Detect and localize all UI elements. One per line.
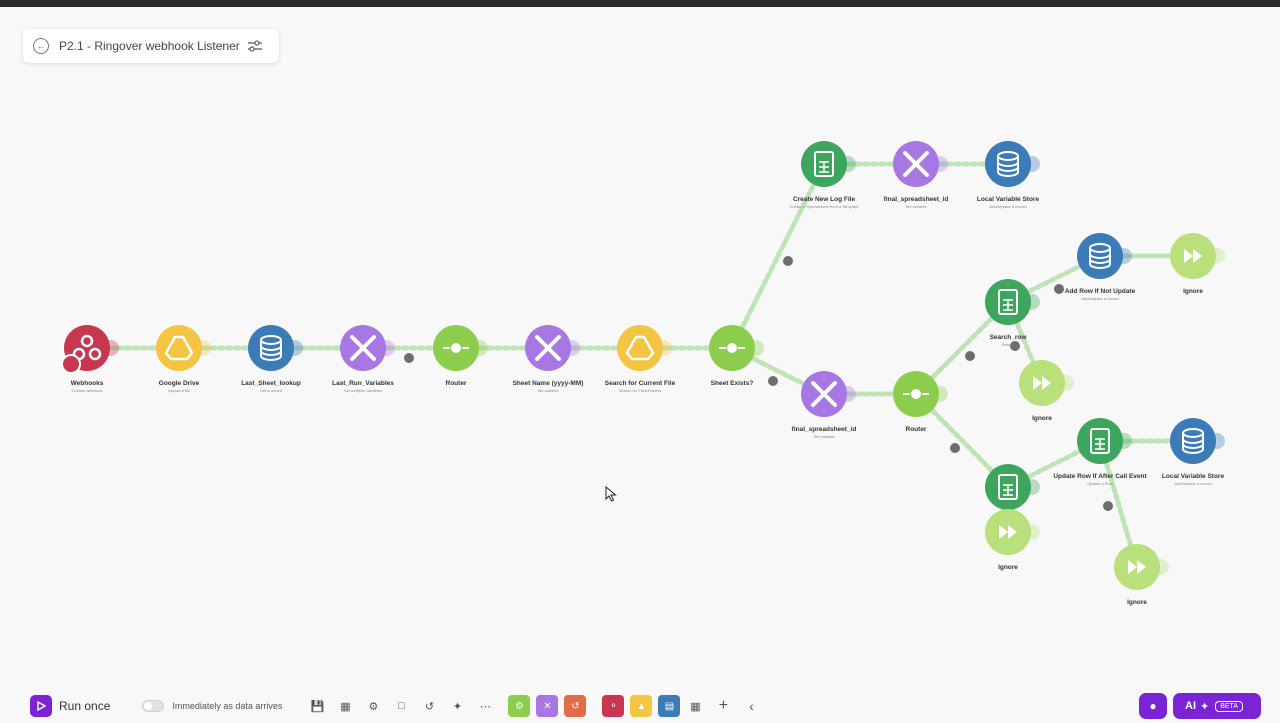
module-local-var-store-top[interactable]: Local Variable StoreAdd/replace a record [977, 141, 1040, 209]
module-label: Last_Sheet_lookup [241, 380, 301, 387]
chevron-left-icon[interactable]: ‹ [742, 697, 760, 715]
module-last-sheet-lookup[interactable]: Last_Sheet_lookupGet a record [241, 325, 303, 393]
module-label: final_spreadsheet_id [792, 426, 857, 433]
module-label: final_spreadsheet_id [884, 196, 949, 203]
module-sublabel: Set variable [905, 204, 927, 209]
module-label: Ignore [1127, 599, 1147, 606]
filter-funnel-icon[interactable] [783, 256, 793, 266]
save-icon[interactable]: 💾 [308, 697, 326, 715]
module-local-var-store-bottom[interactable]: Local Variable StoreAdd/replace a record [1162, 418, 1225, 486]
module-label: Sheet Exists? [711, 380, 754, 387]
module-label: Ignore [1032, 415, 1052, 422]
module-sublabel: Custom webhook [72, 388, 103, 393]
module-sublabel: Add/replace a record [1174, 481, 1211, 486]
apps-grid-icon[interactable]: ▦ [686, 697, 704, 715]
module-label: Create New Log File [793, 196, 856, 203]
module-ignore-a[interactable]: Ignore [1170, 233, 1225, 295]
text-parser-icon[interactable]: ↺ [564, 695, 587, 717]
module-sublabel: Set multiple variables [344, 388, 382, 393]
module-sublabel: Set variable [537, 388, 559, 393]
module-label: Local Variable Store [1162, 473, 1225, 480]
assistant-buttons: ● AI ✦ BETA [1139, 693, 1261, 719]
ai-label: AI [1185, 700, 1196, 712]
schedule-toggle[interactable] [142, 700, 165, 712]
lightbulb-icon[interactable]: ● [1139, 693, 1167, 719]
module-google-drive[interactable]: Google DriveUpload a file [156, 325, 211, 393]
run-once-button[interactable]: Run once [22, 695, 110, 717]
beta-badge: BETA [1215, 700, 1243, 712]
magic-wand-icon[interactable]: ✦ [448, 697, 466, 715]
tools-icon[interactable]: ✕ [536, 695, 559, 717]
module-label: Search_row [990, 334, 1028, 341]
plus-icon[interactable]: + [714, 697, 732, 715]
module-sublabel: Get a record [260, 388, 282, 393]
connection-line[interactable] [729, 161, 827, 351]
module-sublabel: Create a Spreadsheet from a Template [790, 204, 860, 209]
module-search-current-file[interactable]: Search for Current FileSearch for Files/… [605, 325, 676, 393]
module-label: Webhooks [71, 380, 104, 387]
filter-funnel-icon[interactable] [965, 351, 975, 361]
module-final-spreadsheet-id-top[interactable]: final_spreadsheet_idSet variable [884, 141, 949, 209]
mouse-cursor-icon [605, 485, 617, 507]
gear-icon[interactable]: ⚙ [364, 697, 382, 715]
module-label: Search for Current File [605, 380, 676, 387]
module-label: Local Variable Store [977, 196, 1040, 203]
module-label: Add Row If Not Update [1065, 288, 1136, 295]
module-ignore-b[interactable]: Ignore [1019, 360, 1074, 422]
module-sublabel: Upload a file [168, 388, 191, 393]
scenario-canvas[interactable]: WebhooksCustom webhook Google DriveUpload… [0, 0, 1280, 685]
module-ignore-d[interactable]: Ignore [1114, 544, 1169, 606]
filter-funnel-icon[interactable] [1054, 284, 1064, 294]
run-once-label: Run once [59, 699, 111, 713]
undo-icon[interactable]: ↺ [420, 697, 438, 715]
module-sublabel: Search for Files/Folders [619, 388, 661, 393]
bottom-toolbar: Run once Immediately as data arrives 💾 ▦… [22, 689, 764, 723]
datastore-app-icon[interactable]: ▤ [658, 695, 681, 717]
filter-funnel-icon[interactable] [950, 443, 960, 453]
module-label: Last_Run_Variables [332, 380, 394, 387]
module-last-run-variables[interactable]: Last_Run_VariablesSet multiple variables [332, 325, 395, 393]
filter-funnel-icon[interactable] [768, 376, 778, 386]
module-label: Ignore [1183, 288, 1203, 295]
module-sublabel: Add/replace a record [1081, 296, 1118, 301]
module-label: Router [906, 426, 927, 433]
module-label: Router [446, 380, 467, 387]
module-label: Google Drive [159, 380, 200, 387]
flow-control-icon[interactable]: ⚙ [508, 695, 531, 717]
module-sheet-exists[interactable]: Sheet Exists? [709, 325, 764, 387]
schedule-label: Immediately as data arrives [172, 701, 283, 711]
module-router1[interactable]: Router [433, 325, 488, 387]
module-sublabel: Set variable [813, 434, 835, 439]
module-label: Sheet Name (yyyy-MM) [513, 380, 584, 387]
notes-icon[interactable]: □ [392, 697, 410, 715]
webhooks-app-icon[interactable]: ⚬ [602, 695, 625, 717]
module-update-row-after[interactable]: Update Row If After Call EventUpdate a R… [1053, 418, 1147, 486]
module-webhooks[interactable]: WebhooksCustom webhook [61, 325, 119, 393]
ai-assistant-button[interactable]: AI ✦ BETA [1173, 693, 1261, 719]
play-icon [30, 695, 52, 717]
module-sheet-name[interactable]: Sheet Name (yyyy-MM)Set variable [513, 325, 584, 393]
module-label: Update Row If After Call Event [1053, 473, 1147, 480]
module-sublabel: Search [1002, 342, 1015, 347]
module-create-new-log[interactable]: Create New Log FileCreate a Spreadsheet … [790, 141, 860, 209]
module-label: Ignore [998, 564, 1018, 571]
module-sublabel: Add/replace a record [989, 204, 1026, 209]
filter-funnel-icon[interactable] [1103, 501, 1113, 511]
more-icon[interactable]: ⋯ [476, 697, 494, 715]
sparkle-icon: ✦ [1200, 700, 1210, 713]
module-sublabel: Update a Row [1087, 481, 1112, 486]
module-router2[interactable]: Router [893, 371, 948, 433]
google-drive-app-icon[interactable]: ▲ [630, 695, 653, 717]
module-ignore-c[interactable]: Ignore [985, 509, 1040, 571]
scheduling-icon[interactable]: ▦ [336, 697, 354, 715]
filter-funnel-icon[interactable] [404, 353, 414, 363]
instant-trigger-icon [61, 354, 81, 374]
